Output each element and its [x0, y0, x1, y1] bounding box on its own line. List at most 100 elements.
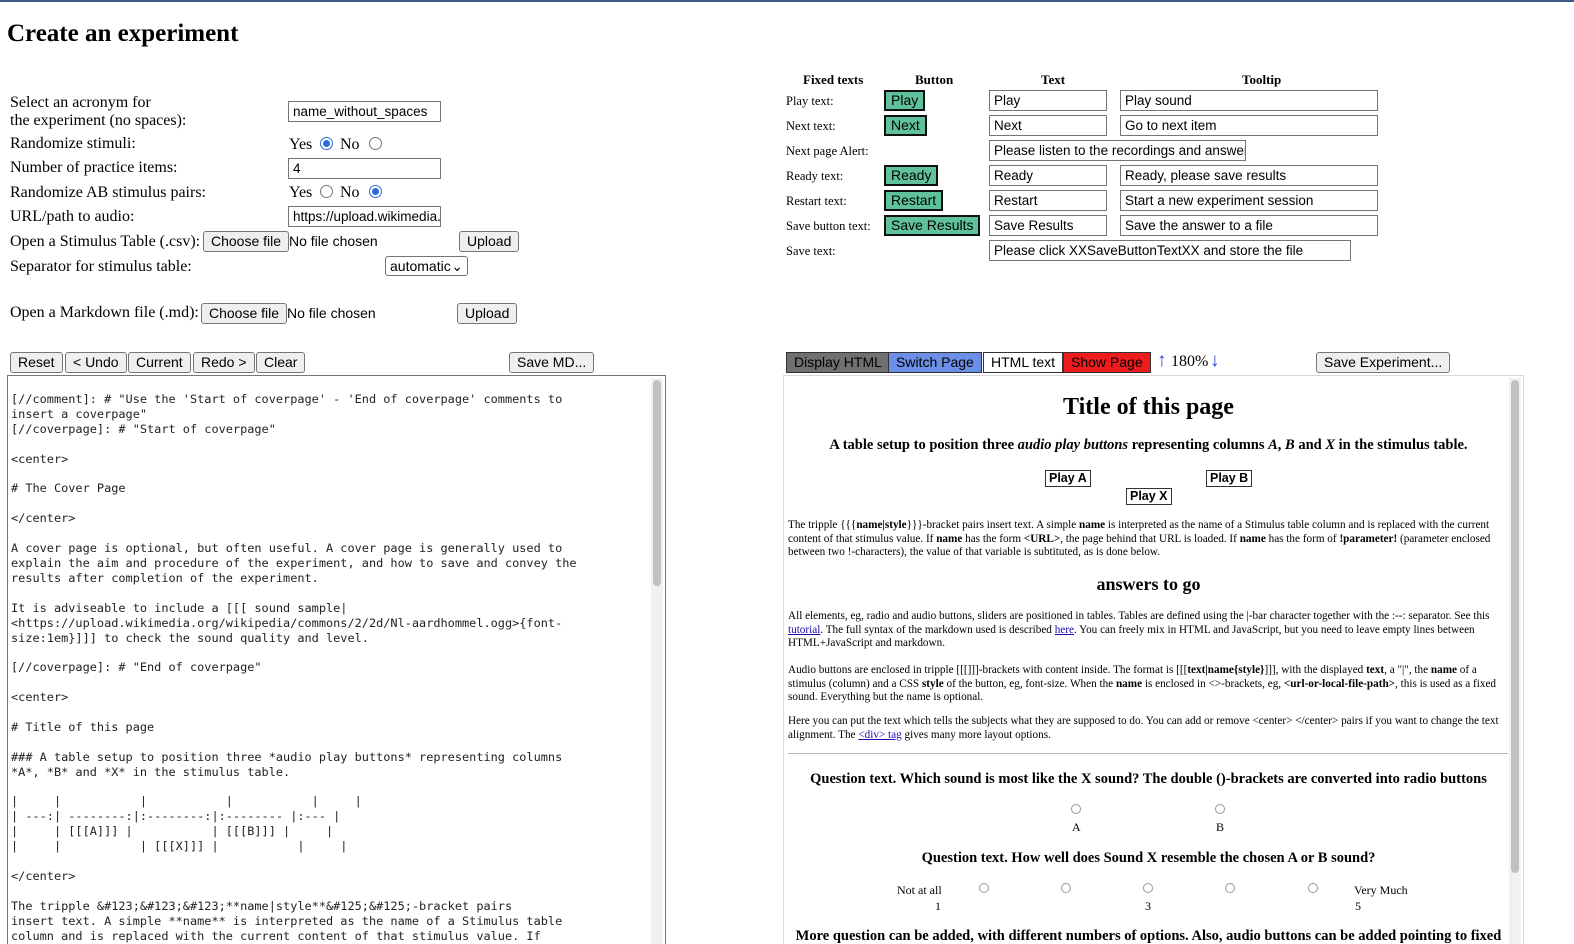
next-button-preview[interactable]: Next [884, 115, 927, 136]
play-a-button[interactable]: Play A [1045, 470, 1091, 487]
markdown-editor-text[interactable]: [//comment]: # "Use the 'Start of coverp… [8, 376, 665, 944]
next-text-input[interactable]: Next [989, 115, 1107, 136]
randomize-yes-radio[interactable] [320, 137, 333, 150]
restart-text-label: Restart text: [786, 194, 847, 208]
scale-radio-2[interactable] [1061, 883, 1071, 893]
p3-bold: text [1366, 664, 1385, 676]
here-link[interactable]: here [1055, 624, 1074, 636]
markdown-editor[interactable]: [//comment]: # "Use the 'Start of coverp… [7, 375, 666, 944]
play-text-input[interactable]: Play [989, 90, 1107, 111]
audio-path-label: URL/path to audio: [10, 208, 135, 225]
markdown-choose-file-button[interactable]: Choose file [201, 303, 288, 324]
audio-path-input[interactable]: https://upload.wikimedia. [288, 206, 441, 227]
zoom-out-arrow-icon[interactable]: ↓ [1210, 350, 1220, 372]
question-1: Question text. Which sound is most like … [810, 771, 1487, 787]
p3-bold: name [1430, 664, 1457, 676]
restart-tooltip-input[interactable]: Start a new experiment session [1120, 190, 1378, 211]
play-text-label: Play text: [786, 94, 834, 108]
preview-divider [788, 753, 1508, 754]
answer-a-radio[interactable] [1071, 804, 1081, 814]
save-text-label: Save text: [786, 244, 836, 258]
save-text-input[interactable]: Please click XXSaveButtonTextXX and stor… [989, 240, 1351, 261]
ready-tooltip-input[interactable]: Ready, please save results [1120, 165, 1378, 186]
undo-button[interactable]: < Undo [65, 352, 127, 373]
tutorial-link[interactable]: tutorial [788, 624, 820, 636]
ready-button-preview[interactable]: Ready [884, 165, 939, 186]
next-page-alert-input[interactable]: Please listen to the recordings and answ… [989, 140, 1246, 161]
fixed-texts-header: Fixed texts [803, 72, 864, 87]
randomize-no-radio[interactable] [369, 137, 382, 150]
text-header: Text [1041, 72, 1066, 87]
p1-text: has the form of [1265, 532, 1340, 545]
save-results-text-input[interactable]: Save Results [989, 215, 1107, 236]
p3-bold: style [921, 677, 944, 690]
subtitle-col-a: A [1268, 437, 1278, 453]
stimulus-upload-button[interactable]: Upload [459, 231, 520, 252]
scale-radio-4[interactable] [1225, 883, 1235, 893]
html-text-button[interactable]: HTML text [983, 352, 1064, 373]
tooltip-header: Tooltip [1242, 72, 1282, 87]
save-button-text-label: Save button text: [786, 219, 871, 233]
current-button[interactable]: Current [128, 352, 191, 373]
save-md-button[interactable]: Save MD... [509, 352, 595, 373]
scale-radio-3[interactable] [1143, 883, 1153, 893]
reset-button[interactable]: Reset [10, 352, 63, 373]
separator-select[interactable]: automatic ⌄ [385, 256, 468, 276]
preview-paragraph-3: Audio buttons are enclosed in tripple [[… [788, 664, 1513, 705]
preview-subtitle: A table setup to position three audio pl… [784, 437, 1513, 454]
clear-button[interactable]: Clear [256, 352, 306, 373]
play-button-preview[interactable]: Play [884, 90, 926, 111]
preview-scrollbar-thumb[interactable] [1511, 380, 1519, 873]
scale-not-at-all-label: Not at all [897, 883, 942, 897]
randomize-ab-label: Randomize AB stimulus pairs: [10, 184, 206, 201]
subtitle-text: in the stimulus table. [1335, 437, 1468, 453]
p1-bold: !parameter! [1339, 532, 1398, 545]
next-tooltip-input[interactable]: Go to next item [1120, 115, 1378, 136]
subtitle-text: , [1277, 437, 1286, 453]
answer-b-radio[interactable] [1215, 804, 1225, 814]
separator-label: Separator for stimulus table: [10, 258, 192, 275]
subtitle-text: and [1294, 437, 1326, 453]
acronym-input[interactable]: name_without_spaces [288, 101, 441, 122]
save-experiment-button[interactable]: Save Experiment... [1316, 352, 1451, 373]
p3-text: is enclosed in <>-brackets, eg, [1142, 677, 1284, 690]
restart-button-preview[interactable]: Restart [884, 190, 944, 211]
practice-items-input[interactable]: 4 [288, 158, 441, 179]
markdown-file-label: Open a Markdown file (.md): [10, 304, 199, 321]
editor-scrollbar[interactable] [651, 378, 663, 944]
scale-radio-1[interactable] [979, 883, 989, 893]
display-html-button[interactable]: Display HTML [786, 352, 890, 373]
save-results-tooltip-input[interactable]: Save the answer to a file [1120, 215, 1378, 236]
preview-scrollbar[interactable] [1509, 378, 1521, 944]
play-tooltip-input[interactable]: Play sound [1120, 90, 1378, 111]
redo-button[interactable]: Redo > [193, 352, 255, 373]
p3-bold: name [1115, 677, 1143, 690]
editor-scrollbar-thumb[interactable] [653, 380, 661, 586]
div-tag-link[interactable]: <div> tag [858, 729, 901, 741]
switch-page-button[interactable]: Switch Page [888, 352, 982, 373]
play-x-button[interactable]: Play X [1126, 488, 1172, 505]
stimulus-file-status: No file chosen [289, 233, 378, 249]
p1-bold: name [1079, 519, 1106, 531]
randomize-ab-yes-label: Yes [289, 184, 313, 201]
ready-text-input[interactable]: Ready [989, 165, 1107, 186]
preview-paragraph-4: Here you can put the text which tells th… [788, 715, 1513, 742]
zoom-level: 180% [1171, 353, 1209, 370]
p3-bold: text|name{style} [1187, 664, 1265, 676]
randomize-ab-no-radio[interactable] [369, 185, 382, 198]
restart-text-input[interactable]: Restart [989, 190, 1107, 211]
p3-text: of the button, eg, font-size. When the [943, 677, 1116, 690]
p3-text: ]]], with the displayed [1264, 664, 1367, 676]
zoom-in-arrow-icon[interactable]: ↑ [1157, 350, 1167, 372]
p1-text: }}}-bracket pairs insert text. A simple [906, 519, 1080, 531]
markdown-file-status: No file chosen [287, 305, 376, 321]
stimulus-choose-file-button[interactable]: Choose file [203, 231, 290, 252]
show-page-button[interactable]: Show Page [1063, 352, 1151, 373]
randomize-ab-yes-radio[interactable] [320, 185, 333, 198]
play-b-button[interactable]: Play B [1206, 470, 1253, 487]
save-results-button-preview[interactable]: Save Results [884, 215, 981, 236]
p3-bold: <url-or-local-file-path> [1283, 677, 1396, 690]
markdown-upload-button[interactable]: Upload [457, 303, 518, 324]
randomize-yes-label: Yes [289, 136, 313, 153]
scale-radio-5[interactable] [1308, 883, 1318, 893]
